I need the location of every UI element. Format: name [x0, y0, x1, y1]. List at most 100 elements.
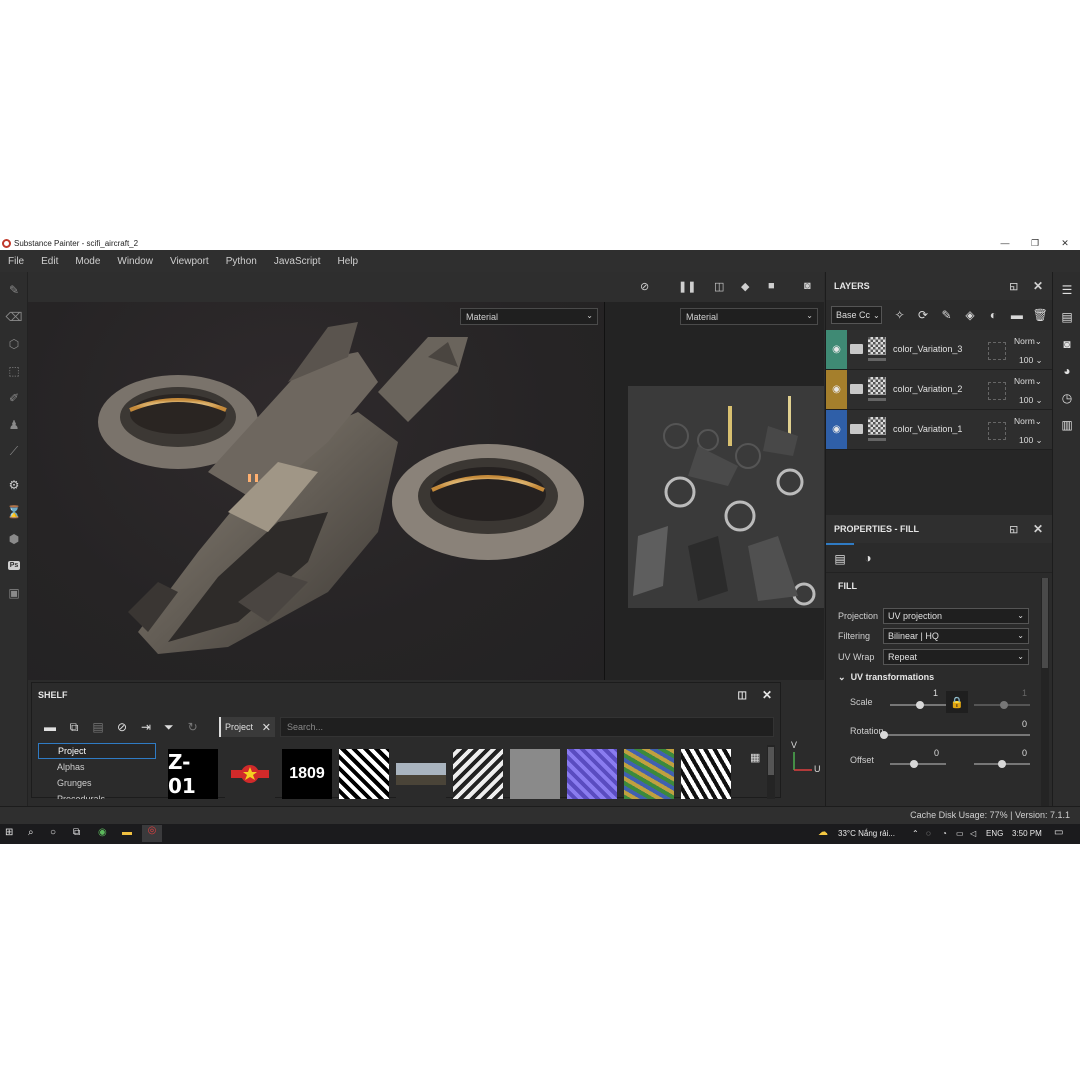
menu-help[interactable]: Help	[338, 256, 359, 267]
windows-start-icon[interactable]: ⊞	[5, 827, 13, 838]
menu-viewport[interactable]: Viewport	[170, 256, 209, 267]
offset-x-slider[interactable]	[890, 760, 946, 768]
layer-blend-mode[interactable]: Norm⌄	[1014, 416, 1042, 427]
shelf-item-id-map[interactable]	[624, 749, 674, 799]
shader-settings-dock-icon[interactable]: ◕	[1053, 357, 1080, 384]
viewport-2d[interactable]: Material ⌄	[605, 302, 824, 680]
add-folder-icon[interactable]: ▬	[1005, 308, 1028, 322]
add-fill-layer-icon[interactable]: ◈	[958, 308, 981, 322]
layer-mask-slot[interactable]	[988, 422, 1006, 440]
float-panel-icon[interactable]: ◫	[738, 690, 747, 701]
archive-icon[interactable]: ▤	[86, 720, 110, 734]
eraser-tool-icon[interactable]: ⌫	[0, 303, 28, 330]
cortana-icon[interactable]: ○	[50, 827, 56, 838]
float-panel-icon[interactable]: ◱	[1009, 524, 1018, 535]
project-filter-chip[interactable]: Project ✕	[219, 717, 275, 737]
remove-filter-icon[interactable]: ✕	[262, 721, 271, 734]
layer-opacity[interactable]: 100 ⌄	[1019, 395, 1043, 406]
add-smart-material-icon[interactable]: ⟳	[911, 308, 934, 322]
filtering-dropdown[interactable]: Bilinear | HQ ⌄	[883, 628, 1029, 644]
language-indicator[interactable]: ENG	[986, 829, 1003, 838]
layer-row[interactable]: ◉ color_Variation_1 Norm⌄ 100 ⌄	[826, 410, 1052, 450]
shelf-item-bw-mask-2[interactable]	[453, 749, 503, 799]
offset-y-slider[interactable]	[974, 760, 1030, 768]
tab-material-properties[interactable]: ◑	[854, 543, 882, 573]
shelf-scrollbar[interactable]	[767, 745, 775, 799]
shelf-item-star-emblem[interactable]	[225, 749, 275, 799]
shelf-item-grey-noise[interactable]	[510, 749, 560, 799]
layer-blend-mode[interactable]: Norm⌄	[1014, 376, 1042, 387]
properties-scrollbar-thumb[interactable]	[1042, 578, 1048, 668]
log-dock-icon[interactable]: ▥	[1053, 411, 1080, 438]
clone-stamp-tool-icon[interactable]: ♟	[0, 411, 28, 438]
add-effect-icon[interactable]: ✧	[888, 308, 911, 322]
pause-icon[interactable]: ❚❚	[678, 280, 696, 293]
rotation-slider[interactable]	[880, 731, 1030, 739]
rotation-slider-knob[interactable]	[880, 731, 888, 739]
maximize-button[interactable]: ❐	[1020, 236, 1050, 250]
document-tool-icon[interactable]: ▣	[0, 579, 28, 606]
menu-mode[interactable]: Mode	[75, 256, 100, 267]
add-mask-icon[interactable]: ◐	[982, 308, 1005, 322]
filter-icon[interactable]: ⏷	[164, 720, 174, 735]
shelf-item-z01[interactable]: Z-01	[168, 749, 218, 799]
clock[interactable]: 3:50 PM	[1012, 829, 1042, 838]
color-picker-tool-icon[interactable]: ⟋	[0, 438, 28, 465]
minimize-button[interactable]: —	[990, 236, 1020, 250]
grid-view-icon[interactable]: ▦	[750, 751, 760, 764]
hide-ui-icon[interactable]: ⊘	[640, 280, 649, 293]
uv-transformations-toggle[interactable]: ⌄ UV transformations	[838, 672, 934, 683]
float-panel-icon[interactable]: ◱	[1009, 281, 1018, 292]
shelf-scrollbar-thumb[interactable]	[768, 747, 774, 775]
file-explorer-icon[interactable]: ▬	[122, 827, 132, 838]
properties-scrollbar[interactable]	[1041, 578, 1049, 806]
display-cube-icon[interactable]: ◆	[741, 280, 749, 293]
tab-fill-properties[interactable]: ▤	[826, 542, 854, 573]
split-view-icon[interactable]: ◫	[714, 280, 724, 293]
substance-taskbar-icon[interactable]: ◎	[142, 825, 162, 842]
task-view-icon[interactable]: ⧉	[73, 827, 80, 838]
new-window-icon[interactable]: ⧉	[62, 720, 86, 735]
layer-blend-mode[interactable]: Norm⌄	[1014, 336, 1042, 347]
offset-x-slider-knob[interactable]	[910, 760, 918, 768]
layers-dock-icon[interactable]: ☰	[1053, 276, 1080, 303]
layer-mask-slot[interactable]	[988, 382, 1006, 400]
scale-slider[interactable]	[890, 701, 946, 709]
layer-mask-slot[interactable]	[988, 342, 1006, 360]
settings-tool-icon[interactable]: ⚙	[0, 471, 28, 498]
notifications-icon[interactable]: ▭	[1054, 827, 1063, 838]
plugin-tool-icon[interactable]: ⬢	[0, 525, 28, 552]
photoshop-export-icon[interactable]: Ps	[0, 552, 28, 579]
viewport-2d-mode-dropdown[interactable]: Material ⌄	[680, 308, 818, 325]
shelf-item-1809[interactable]: 1809	[282, 749, 332, 799]
tray-chevron-icon[interactable]: ⌃	[912, 829, 919, 838]
close-window-button[interactable]: ✕	[1050, 236, 1080, 250]
texture-set-dock-icon[interactable]: ▤	[1053, 303, 1080, 330]
wifi-icon[interactable]: ◔	[942, 829, 947, 838]
projection-tool-icon[interactable]: ⬡	[0, 330, 28, 357]
add-paint-layer-icon[interactable]: ✎	[935, 308, 958, 322]
folder-icon[interactable]: ▬	[38, 720, 62, 734]
display-settings-dock-icon[interactable]: ◙	[1053, 330, 1080, 357]
polygon-fill-tool-icon[interactable]: ⬚	[0, 357, 28, 384]
visibility-eye-icon[interactable]: ◉	[826, 370, 847, 409]
shelf-category-alphas[interactable]: Alphas	[38, 759, 156, 775]
menu-edit[interactable]: Edit	[41, 256, 58, 267]
projection-dropdown[interactable]: UV projection ⌄	[883, 608, 1029, 624]
layer-opacity[interactable]: 100 ⌄	[1019, 435, 1043, 446]
visibility-eye-icon[interactable]: ◉	[826, 410, 847, 449]
browser-app-icon[interactable]: ◉	[98, 827, 107, 838]
shelf-category-procedurals[interactable]: Procedurals	[38, 791, 156, 799]
weather-text[interactable]: 33°C Nắng rải...	[838, 829, 895, 838]
import-icon[interactable]: ⇥	[134, 720, 158, 734]
shelf-item-normal-map[interactable]	[567, 749, 617, 799]
screenshot-camera-icon[interactable]: ◙	[804, 280, 811, 292]
shelf-item-environment[interactable]	[396, 749, 446, 799]
menu-file[interactable]: File	[8, 256, 24, 267]
shelf-category-grunges[interactable]: Grunges	[38, 775, 156, 791]
lock-scale-icon[interactable]: 🔒	[946, 691, 968, 713]
shelf-item-bw-mask-3[interactable]	[681, 749, 731, 799]
delete-layer-icon[interactable]: 🗑	[1029, 308, 1052, 322]
bake-tool-icon[interactable]: ⌛	[0, 498, 28, 525]
hide-icon[interactable]: ⊘	[110, 720, 134, 734]
